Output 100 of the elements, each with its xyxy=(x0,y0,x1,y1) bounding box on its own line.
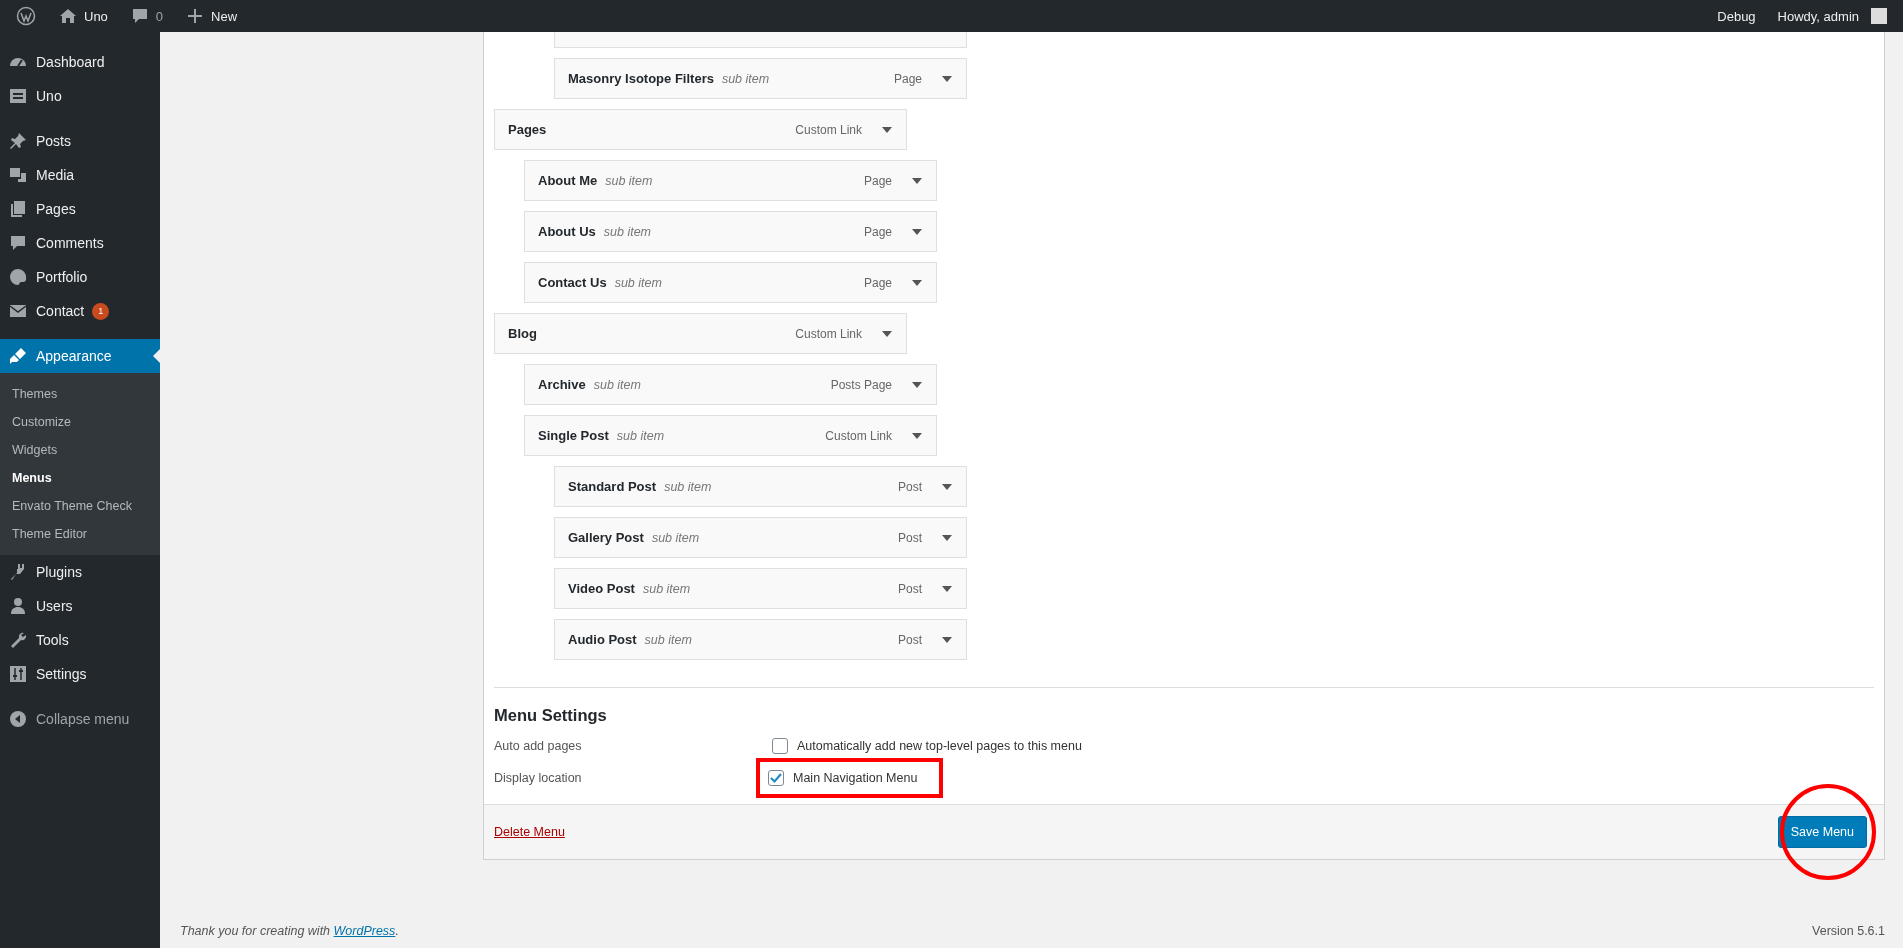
submenu-item[interactable]: Envato Theme Check xyxy=(0,492,160,520)
debug-link[interactable]: Debug xyxy=(1709,0,1764,32)
caret-icon[interactable] xyxy=(942,534,952,541)
caret-icon[interactable] xyxy=(912,432,922,439)
speech-bubble-icon xyxy=(8,233,28,253)
version-text: Version 5.6.1 xyxy=(1812,924,1885,938)
site-link[interactable]: Uno xyxy=(50,0,116,32)
menu-item-type: Post xyxy=(898,530,922,545)
count-badge: 1 xyxy=(92,302,110,320)
footer-text: Thank you for creating with WordPress. xyxy=(180,924,399,938)
sidebar-item[interactable]: Dashboard xyxy=(0,45,160,79)
brush-icon xyxy=(8,346,28,366)
submenu-item[interactable]: Theme Editor xyxy=(0,520,160,548)
sidebar-item[interactable]: Posts xyxy=(0,124,160,158)
caret-icon[interactable] xyxy=(912,381,922,388)
menu-item-note: sub item xyxy=(651,530,700,545)
submenu-item[interactable]: Menus xyxy=(0,464,160,492)
pin-icon xyxy=(8,131,28,151)
menu-item-type: Custom Link xyxy=(795,326,862,341)
menu-item-note: sub item xyxy=(614,275,662,290)
menu-item-card[interactable]: About Me sub item Page xyxy=(524,160,937,201)
checkbox[interactable] xyxy=(768,770,784,786)
delete-menu-link[interactable]: Delete Menu xyxy=(494,825,565,839)
sidebar-item[interactable]: Comments xyxy=(0,226,160,260)
account-link[interactable]: Howdy, admin xyxy=(1769,0,1895,32)
wordpress-logo-icon[interactable] xyxy=(16,6,36,26)
caret-icon[interactable] xyxy=(942,636,952,643)
menu-item-title: About Me xyxy=(538,173,598,188)
menu-item-note: sub item xyxy=(721,71,770,86)
media-icon xyxy=(8,165,28,185)
submenu-item[interactable]: Customize xyxy=(0,408,160,436)
sidebar-item[interactable]: Pages xyxy=(0,192,160,226)
menu-item-note: sub item xyxy=(593,377,641,392)
caret-icon[interactable] xyxy=(882,126,892,133)
menu-item-card[interactable]: Audio Post sub item Post xyxy=(554,619,967,660)
menu-item-type: Custom Link xyxy=(795,122,862,137)
setting-label: Auto add pages xyxy=(494,739,583,753)
menu-item-type: Post xyxy=(898,632,922,647)
caret-icon[interactable] xyxy=(912,177,922,184)
collapse-menu-button[interactable]: Collapse menu xyxy=(0,702,160,736)
menu-item-note: sub item xyxy=(603,224,652,239)
menu-item-title: Pages xyxy=(508,122,547,137)
sidebar-item[interactable]: Plugins xyxy=(0,555,160,589)
menu-item-type: Page xyxy=(863,275,892,290)
menu-item-title: About Us xyxy=(538,224,596,239)
menu-item-title: Archive xyxy=(538,377,586,392)
submenu-item[interactable]: Widgets xyxy=(0,436,160,464)
sidebar-item[interactable]: Users xyxy=(0,589,160,623)
menu-item-card[interactable]: Gallery Post sub item Post xyxy=(554,517,967,558)
menu-item-note: sub item xyxy=(644,632,692,647)
checkbox-label[interactable]: Automatically add new top-level pages to this menu xyxy=(797,739,1082,753)
menu-item-note: sub item xyxy=(664,479,712,494)
layout-icon xyxy=(8,86,28,106)
sidebar-item[interactable]: Settings xyxy=(0,657,160,691)
menu-item-card[interactable]: Single Post sub item Custom Link xyxy=(524,415,937,456)
sidebar-item[interactable]: Contact 1 xyxy=(0,294,160,328)
section-heading: Menu Settings xyxy=(494,705,608,726)
caret-icon[interactable] xyxy=(942,483,952,490)
sidebar-item[interactable]: Media xyxy=(0,158,160,192)
save-menu-button[interactable]: Save Menu xyxy=(1777,816,1867,848)
menu-item-card[interactable]: Pages Custom Link xyxy=(494,109,907,150)
submenu-item[interactable]: Themes xyxy=(0,380,160,408)
menu-item-type: Page xyxy=(893,71,922,86)
menu-item-type: Page xyxy=(863,173,892,188)
home-icon xyxy=(58,6,78,26)
menu-item-type: Posts Page xyxy=(830,377,892,392)
setting-label: Display location xyxy=(494,771,583,785)
avatar-icon xyxy=(1871,8,1887,24)
menu-item-title: Video Post xyxy=(568,581,635,596)
menu-item-title: Gallery Post xyxy=(568,530,644,545)
menu-item-card[interactable]: Archive sub item Posts Page xyxy=(524,364,937,405)
menu-item-title: Single Post xyxy=(538,428,609,443)
sidebar-item[interactable]: Uno xyxy=(0,79,160,113)
new-link[interactable]: New xyxy=(177,0,246,32)
menu-item-card[interactable]: Standard Post sub item Post xyxy=(554,466,967,507)
menu-item-title: Blog xyxy=(508,326,537,341)
caret-icon[interactable] xyxy=(912,279,922,286)
menu-item-type: Post xyxy=(898,581,922,596)
caret-icon[interactable] xyxy=(882,330,892,337)
caret-icon[interactable] xyxy=(942,75,952,82)
comments-link[interactable]: 0 xyxy=(121,0,172,32)
sidebar-item[interactable]: Portfolio xyxy=(0,260,160,294)
menu-item-type: Custom Link xyxy=(825,428,892,443)
menu-item-title: Audio Post xyxy=(568,632,637,647)
person-icon xyxy=(8,596,28,616)
caret-icon[interactable] xyxy=(912,228,922,235)
caret-icon[interactable] xyxy=(942,585,952,592)
sliders-icon xyxy=(8,664,28,684)
sidebar-item[interactable]: Tools xyxy=(0,623,160,657)
checkbox[interactable] xyxy=(772,738,788,754)
palette-icon xyxy=(8,267,28,287)
checkbox-label[interactable]: Main Navigation Menu xyxy=(793,771,918,785)
menu-item-card[interactable]: Video Post sub item Post xyxy=(554,568,967,609)
menu-item-card[interactable]: About Us sub item Page xyxy=(524,211,937,252)
menu-item-card[interactable]: Contact Us sub item Page xyxy=(524,262,937,303)
menu-item-card[interactable]: Blog Custom Link xyxy=(494,313,907,354)
sidebar-item[interactable]: Appearance xyxy=(0,339,160,373)
pages-icon xyxy=(8,199,28,219)
menu-item-title: Masonry Isotope Filters xyxy=(568,71,714,86)
menu-item-card[interactable]: Masonry Isotope Filters sub item Page xyxy=(554,58,967,99)
